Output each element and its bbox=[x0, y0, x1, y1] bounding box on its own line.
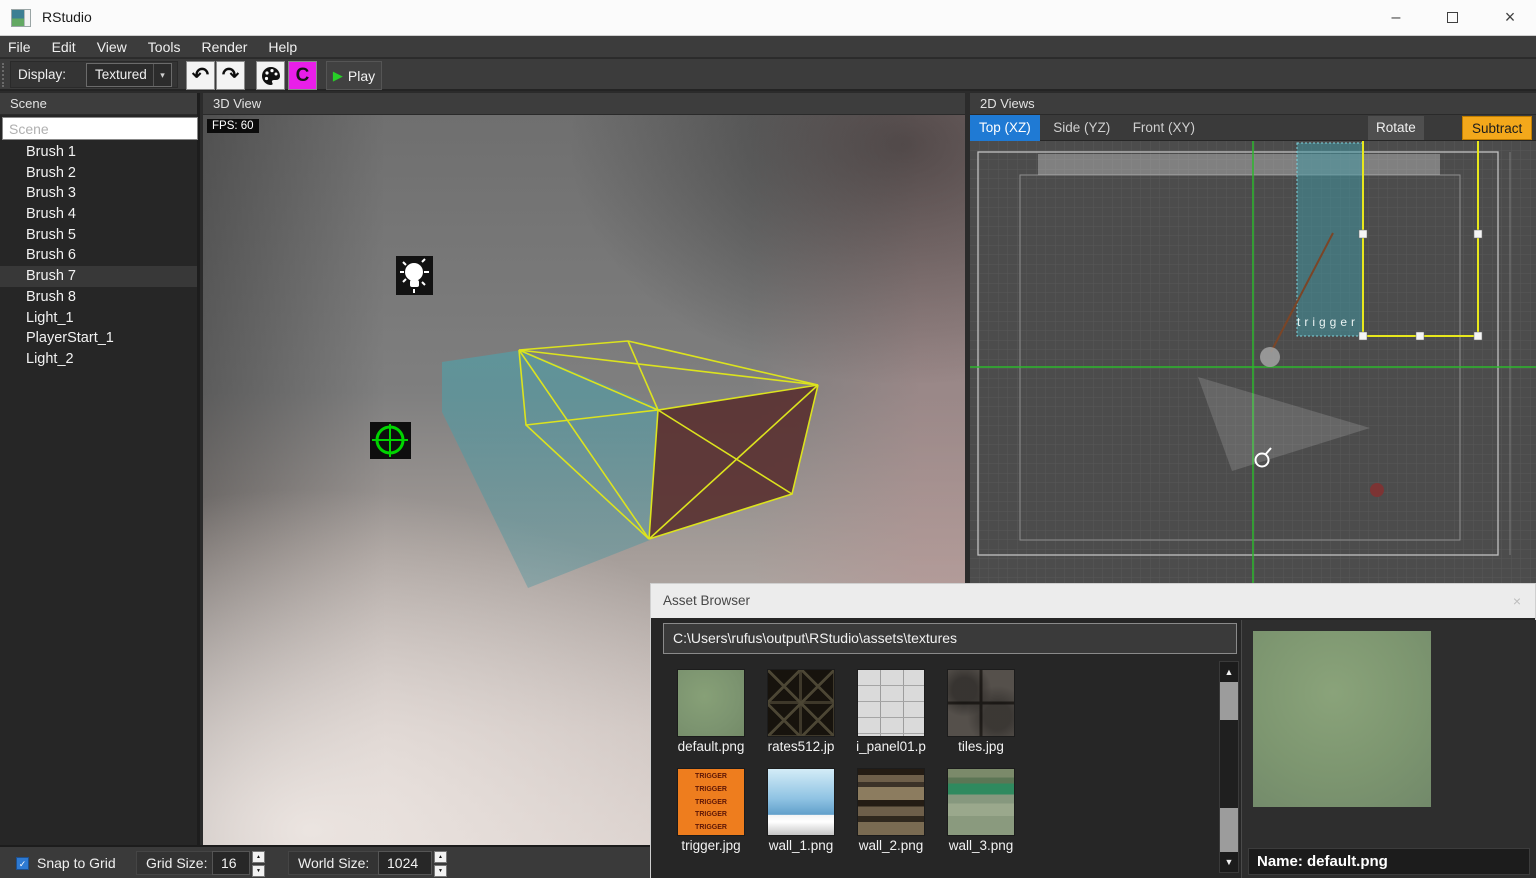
tab-top-xz[interactable]: Top (XZ) bbox=[970, 115, 1040, 141]
scene-item-brush4[interactable]: Brush 4 bbox=[0, 204, 197, 225]
minimize-button[interactable]: – bbox=[1374, 0, 1418, 35]
wall-band-2d bbox=[1038, 154, 1440, 175]
trigger-label: trigger bbox=[1297, 315, 1367, 329]
world-size-spinner[interactable]: ▲ ▼ bbox=[434, 851, 447, 875]
menu-help[interactable]: Help bbox=[268, 39, 308, 55]
trigger-volume-3d bbox=[442, 350, 660, 588]
menu-view[interactable]: View bbox=[97, 39, 138, 55]
scene-item-playerstart1[interactable]: PlayerStart_1 bbox=[0, 328, 197, 349]
toolbar: Display: Textured ▾ ↶ ↷ C ▶ Play bbox=[0, 59, 1536, 91]
snap-to-grid-checkbox[interactable]: ✓ bbox=[16, 857, 29, 870]
grid-size-label: Grid Size: bbox=[136, 851, 217, 875]
scene-search-input[interactable] bbox=[2, 117, 198, 140]
asset-browser-close-icon[interactable]: × bbox=[1505, 584, 1529, 618]
snap-to-grid-label: Snap to Grid bbox=[37, 855, 116, 871]
scrollbar-thumb[interactable] bbox=[1220, 720, 1238, 808]
menu-file[interactable]: File bbox=[8, 39, 42, 55]
view3d-panel: 3D View FPS: 60 bbox=[203, 93, 965, 845]
rotate-button[interactable]: Rotate bbox=[1368, 116, 1424, 140]
spinner-up-icon[interactable]: ▲ bbox=[434, 851, 447, 863]
light-icon-3d bbox=[396, 256, 433, 295]
display-mode-select[interactable]: Textured ▾ bbox=[86, 63, 172, 87]
tab-front-xy[interactable]: Front (XY) bbox=[1124, 115, 1204, 141]
scene-item-brush5[interactable]: Brush 5 bbox=[0, 225, 197, 246]
chevron-down-icon: ▾ bbox=[153, 64, 171, 86]
menu-edit[interactable]: Edit bbox=[52, 39, 87, 55]
scene-item-brush7-selected[interactable]: Brush 7 bbox=[0, 266, 197, 287]
asset-scrollbar[interactable]: ▲ ▼ bbox=[1219, 661, 1239, 873]
scene-item-brush3[interactable]: Brush 3 bbox=[0, 183, 197, 204]
scene-item-brush6[interactable]: Brush 6 bbox=[0, 245, 197, 266]
view2d-panel: 2D Views Top (XZ) Side (YZ) Front (XY) R… bbox=[970, 93, 1536, 583]
scroll-up-icon[interactable]: ▲ bbox=[1220, 662, 1238, 682]
redo-icon: ↷ bbox=[222, 65, 240, 86]
scene-panel: Scene Brush 1 Brush 2 Brush 3 Brush 4 Br… bbox=[0, 93, 200, 845]
texture-preview-image bbox=[1253, 631, 1431, 807]
world-size-input[interactable]: 1024 bbox=[378, 851, 432, 875]
play-button[interactable]: ▶ Play bbox=[326, 61, 382, 90]
menu-render[interactable]: Render bbox=[201, 39, 258, 55]
entity-dot-2d bbox=[1370, 483, 1384, 497]
view3d-header: 3D View bbox=[203, 93, 965, 115]
palette-button[interactable] bbox=[256, 61, 285, 90]
world-size-label: World Size: bbox=[288, 851, 379, 875]
play-icon: ▶ bbox=[333, 68, 343, 84]
spinner-up-icon[interactable]: ▲ bbox=[252, 851, 265, 863]
application-window: RStudio – × File Edit View Tools Render … bbox=[0, 0, 1536, 878]
palette-icon bbox=[260, 65, 282, 87]
redo-button[interactable]: ↷ bbox=[216, 61, 245, 90]
display-label: Display: bbox=[18, 67, 66, 82]
view2d-canvas bbox=[970, 141, 1536, 583]
playerstart-icon-3d bbox=[370, 422, 411, 459]
toolbar-grip bbox=[2, 63, 6, 87]
grid-size-spinner[interactable]: ▲ ▼ bbox=[252, 851, 265, 875]
undo-button[interactable]: ↶ bbox=[186, 61, 215, 90]
menu-bar: File Edit View Tools Render Help bbox=[0, 36, 1536, 58]
view2d-header: 2D Views bbox=[970, 93, 1536, 115]
view3d-overlay bbox=[203, 115, 965, 845]
scene-item-brush2[interactable]: Brush 2 bbox=[0, 163, 197, 184]
window-title: RStudio bbox=[42, 9, 92, 25]
light-icon-2d bbox=[1260, 347, 1280, 367]
app-icon bbox=[11, 9, 31, 27]
asset-preview-pane: Name: default.png Type: Texture bbox=[1241, 620, 1536, 878]
view2d-viewport[interactable]: trigger bbox=[970, 141, 1536, 583]
close-button[interactable]: × bbox=[1488, 0, 1532, 35]
maximize-icon bbox=[1447, 12, 1458, 23]
play-label: Play bbox=[348, 68, 375, 84]
c-tool-button[interactable]: C bbox=[288, 61, 317, 90]
tab-side-yz[interactable]: Side (YZ) bbox=[1044, 115, 1119, 141]
scene-item-light1[interactable]: Light_1 bbox=[0, 308, 197, 329]
scene-item-light2[interactable]: Light_2 bbox=[0, 349, 197, 370]
undo-icon: ↶ bbox=[192, 65, 210, 86]
maximize-button[interactable] bbox=[1430, 0, 1474, 35]
view2d-tab-bar: Top (XZ) Side (YZ) Front (XY) Rotate Sub… bbox=[970, 115, 1536, 141]
scroll-down-icon[interactable]: ▼ bbox=[1220, 852, 1238, 872]
scene-item-brush8[interactable]: Brush 8 bbox=[0, 287, 197, 308]
spinner-down-icon[interactable]: ▼ bbox=[434, 865, 447, 877]
display-mode-value: Textured bbox=[95, 67, 147, 82]
subtract-button[interactable]: Subtract bbox=[1462, 116, 1532, 140]
grid-size-input[interactable]: 16 bbox=[212, 851, 250, 875]
scene-item-brush1[interactable]: Brush 1 bbox=[0, 142, 197, 163]
spinner-down-icon[interactable]: ▼ bbox=[252, 865, 265, 877]
view3d-viewport[interactable]: FPS: 60 bbox=[203, 115, 965, 845]
title-bar: RStudio – × bbox=[0, 0, 1536, 36]
preview-name: Name: default.png bbox=[1248, 848, 1530, 875]
fps-counter: FPS: 60 bbox=[207, 119, 259, 133]
menu-tools[interactable]: Tools bbox=[148, 39, 192, 55]
scene-panel-header: Scene bbox=[0, 93, 197, 115]
